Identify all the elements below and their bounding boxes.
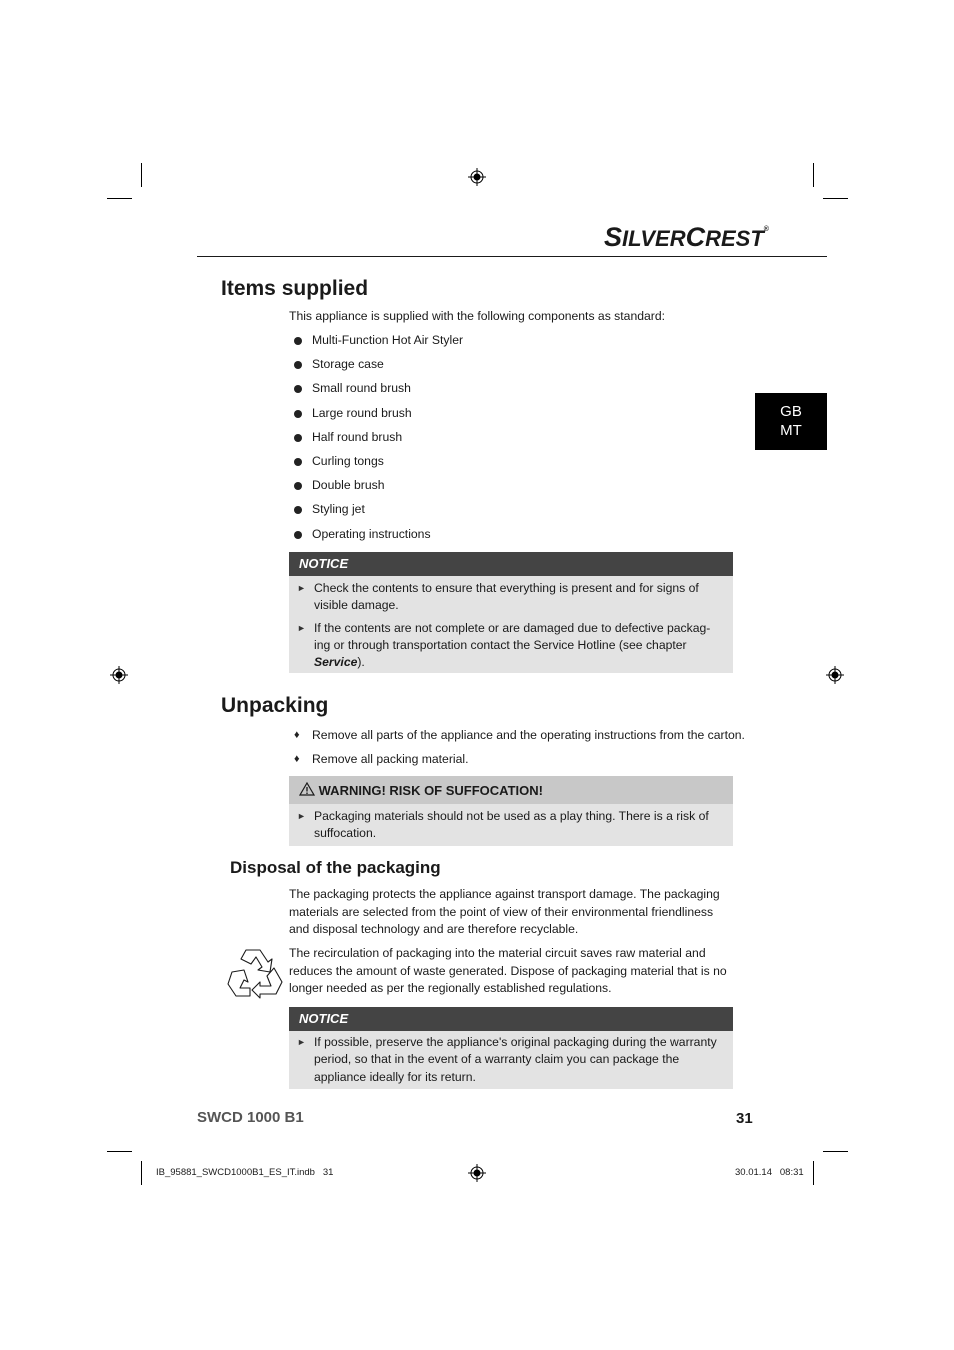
crop-mark — [813, 1161, 814, 1185]
registration-mark-icon — [826, 666, 844, 684]
list-item: Multi-Function Hot Air Styler — [293, 332, 463, 356]
warning-triangle-icon — [298, 781, 316, 796]
registration-mark-icon — [468, 1164, 486, 1182]
disposal-paragraph-2: The recirculation of packaging into the … — [289, 946, 727, 995]
slug-date: 30.01.14 08:31 — [735, 1167, 804, 1178]
notice-box-items: NOTICE ► Check the contents to ensure th… — [289, 552, 733, 673]
notice-item-text: If the contents are not complete or are … — [314, 620, 711, 652]
list-item-text: Half round brush — [312, 429, 403, 444]
header-rule — [197, 256, 827, 257]
notice-item: ► Check the contents to ensure that ever… — [289, 580, 733, 615]
brand-letter: S — [604, 222, 623, 252]
items-intro: This appliance is supplied with the foll… — [289, 309, 665, 323]
warning-item: ► Packaging materials should not be used… — [289, 808, 733, 843]
notice-title: NOTICE — [289, 552, 733, 576]
list-item-text: Double brush — [312, 478, 385, 493]
model-number: SWCD 1000 B1 — [197, 1109, 304, 1126]
list-item-text: Styling jet — [312, 502, 365, 517]
bullet-icon — [294, 433, 302, 442]
recycling-icon — [227, 949, 283, 999]
list-item-text: Large round brush — [312, 405, 412, 420]
section-title-unpacking: Unpacking — [221, 694, 329, 717]
list-item-text: Curling tongs — [312, 453, 384, 468]
warning-box: WARNING! RISK OF SUFFOCATION! ► Packagin… — [289, 776, 733, 846]
brand-logo: SILVERCREST® — [604, 222, 769, 253]
bullet-icon — [294, 506, 302, 515]
brand-letter: C — [685, 222, 706, 252]
section-title-items-supplied: Items supplied — [221, 277, 369, 300]
notice-item-text: ). — [357, 655, 365, 670]
list-item-text: Small round brush — [312, 381, 411, 396]
language-tab: GB MT — [755, 393, 827, 450]
list-item: Double brush — [293, 477, 463, 501]
crop-mark — [813, 163, 814, 187]
list-item: Storage case — [293, 356, 463, 380]
list-item: ♦ Remove all packing material. — [293, 751, 745, 775]
crop-mark — [141, 1161, 142, 1185]
warning-header: WARNING! RISK OF SUFFOCATION! — [289, 776, 733, 804]
crop-mark — [107, 1151, 132, 1152]
page-number: 31 — [736, 1110, 753, 1127]
brand-text: ILVER — [622, 226, 686, 251]
slug-filename: IB_95881_SWCD1000B1_ES_IT.indb 31 — [156, 1167, 334, 1178]
bullet-icon — [294, 337, 302, 345]
list-item: ♦ Remove all parts of the appliance and t… — [293, 727, 745, 751]
language-code: GB — [780, 403, 802, 420]
arrow-right-icon: ► — [297, 622, 306, 633]
notice-item-text: If possible, preserve the appliance's or… — [314, 1035, 717, 1084]
bullet-icon — [294, 409, 302, 418]
registration-mark-icon — [468, 168, 486, 186]
diamond-bullet-icon: ♦ — [294, 753, 300, 766]
unpacking-steps: ♦ Remove all parts of the appliance and t… — [293, 727, 745, 775]
language-code: MT — [780, 422, 802, 439]
list-item: Operating instructions — [293, 526, 463, 550]
arrow-right-icon: ► — [297, 1037, 306, 1047]
list-item-text: Storage case — [312, 357, 384, 372]
diamond-bullet-icon: ♦ — [294, 729, 300, 741]
list-item-text: Operating instructions — [312, 526, 431, 541]
crop-mark — [823, 198, 848, 199]
notice-item: ► If possible, preserve the appliance's … — [289, 1034, 733, 1086]
registered-mark: ® — [763, 226, 769, 233]
notice-box-disposal: NOTICE ► If possible, preserve the appli… — [289, 1007, 733, 1089]
bullet-icon — [294, 530, 302, 539]
list-item: Small round brush — [293, 380, 463, 404]
notice-item: ► If the contents are not complete or ar… — [289, 620, 733, 672]
section-title-disposal: Disposal of the packaging — [230, 858, 441, 877]
list-item: Styling jet — [293, 501, 463, 525]
disposal-paragraph-1: The packaging protects the appliance aga… — [289, 887, 720, 936]
list-item: Large round brush — [293, 405, 463, 429]
notice-item-text: Check the contents to ensure that everyt… — [314, 581, 699, 613]
bullet-icon — [294, 385, 302, 394]
list-item-text: Multi-Function Hot Air Styler — [312, 333, 464, 347]
list-item-text: Remove all parts of the appliance and th… — [312, 728, 745, 742]
warning-item-text: Packaging materials should not be used a… — [314, 809, 709, 841]
chapter-reference: Service — [314, 655, 358, 670]
list-item-text: Remove all packing material. — [312, 752, 469, 767]
bullet-icon — [294, 361, 302, 370]
bullet-icon — [294, 482, 302, 491]
warning-title: WARNING! RISK OF SUFFOCATION! — [318, 783, 543, 798]
notice-title: NOTICE — [289, 1007, 733, 1031]
items-list: Multi-Function Hot Air Styler Storage ca… — [293, 332, 463, 550]
crop-mark — [823, 1151, 848, 1152]
list-item: Curling tongs — [293, 453, 463, 477]
list-item: Half round brush — [293, 429, 463, 453]
arrow-right-icon: ► — [297, 811, 306, 821]
bullet-icon — [294, 457, 302, 466]
brand-text: REST — [705, 226, 764, 251]
crop-mark — [141, 163, 142, 187]
crop-mark — [107, 198, 132, 199]
arrow-right-icon: ► — [297, 583, 306, 593]
registration-mark-icon — [110, 666, 128, 684]
